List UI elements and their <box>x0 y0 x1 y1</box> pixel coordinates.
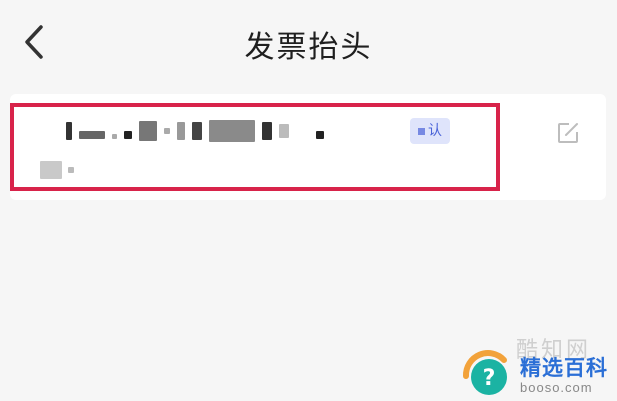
default-tag: 认 <box>410 118 450 144</box>
default-tag-label: 认 <box>428 123 442 139</box>
question-logo-icon: ? <box>463 350 507 395</box>
watermark: 酷知网 ? 精选百科 booso.com <box>456 338 616 398</box>
invoice-title-subtext-redacted <box>40 160 74 180</box>
watermark-url: booso.com <box>520 380 593 395</box>
header-bar: 发票抬头 <box>0 0 617 86</box>
tag-icon <box>418 127 425 135</box>
svg-text:?: ? <box>483 366 496 391</box>
page-title: 发票抬头 <box>244 30 373 65</box>
invoice-title-name-redacted <box>66 118 324 144</box>
edit-button[interactable] <box>553 118 583 148</box>
watermark-brand: 精选百科 <box>520 356 608 380</box>
edit-icon <box>558 123 578 143</box>
invoice-title-item[interactable] <box>10 94 606 200</box>
